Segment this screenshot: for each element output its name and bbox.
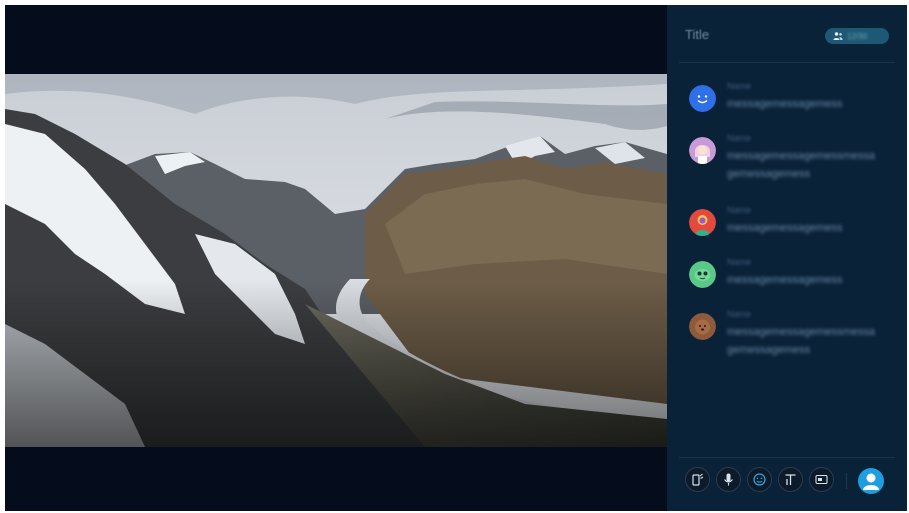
screen-share-button[interactable] [685, 467, 710, 492]
message-text: messagemessagemessmessagemessagemess [727, 150, 875, 180]
avatar[interactable] [689, 209, 716, 236]
member-count-badge[interactable]: 12/30 [825, 28, 889, 44]
message-text: messagemessagemess [727, 274, 843, 286]
microphone-icon [724, 473, 733, 486]
live-room-window: Title 12/30 Name messagemessagemess Name… [5, 5, 907, 511]
avatar[interactable] [689, 137, 716, 164]
emoji-button[interactable] [747, 467, 772, 492]
avatar[interactable] [689, 313, 716, 340]
video-player[interactable] [5, 74, 667, 447]
chat-panel: Title 12/30 Name messagemessagemess Name… [667, 5, 907, 511]
panel-title: Title [685, 27, 710, 42]
people-icon [833, 32, 843, 40]
message-author: Name [727, 257, 752, 267]
toolbar-separator [846, 473, 847, 489]
screen-share-icon [692, 473, 704, 486]
message-text: messagemessagemess [727, 98, 843, 110]
text-icon [785, 474, 796, 485]
caption-icon [815, 474, 828, 485]
avatar[interactable] [689, 85, 716, 112]
toolbar [685, 467, 834, 492]
user-avatar-icon [863, 473, 879, 490]
avatar[interactable] [689, 261, 716, 288]
divider [679, 457, 895, 458]
divider [679, 62, 895, 63]
caption-button[interactable] [809, 467, 834, 492]
message-text: messagemessagemessmessagemessagemess [727, 326, 875, 356]
text-button[interactable] [778, 467, 803, 492]
message-author: Name [727, 205, 752, 215]
mountain-video-frame [5, 74, 667, 447]
microphone-button[interactable] [716, 467, 741, 492]
message-text: messagemessagemess [727, 222, 843, 234]
message-author: Name [727, 133, 752, 143]
video-area [5, 5, 667, 511]
member-count: 12/30 [847, 31, 868, 41]
message-author: Name [727, 309, 752, 319]
message-author: Name [727, 81, 752, 91]
user-avatar[interactable] [858, 468, 884, 494]
emoji-icon [753, 473, 766, 486]
